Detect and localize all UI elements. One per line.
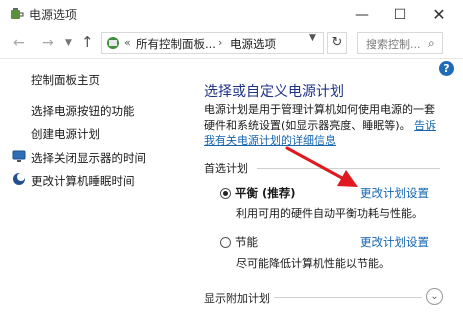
breadcrumb-overflow[interactable]: « (124, 36, 131, 49)
search-box[interactable]: 搜索控制... ⌕ (357, 32, 443, 54)
breadcrumb-separator[interactable]: › (218, 36, 222, 49)
sidebar-item-control-panel-home[interactable]: 控制面板主页 (31, 72, 100, 88)
plan-power-saver-radio[interactable] (220, 237, 231, 248)
plan-power-saver-change-settings-link[interactable]: 更改计划设置 (360, 234, 429, 250)
sidebar-item-display-off-time[interactable]: 选择关闭显示器的时间 (31, 150, 146, 166)
show-additional-plans-label[interactable]: 显示附加计划 (204, 290, 270, 306)
minimize-button[interactable]: — (343, 0, 381, 29)
refresh-button[interactable]: ↻ (327, 32, 347, 54)
title-bar: 电源选项 — ☐ ✕ (0, 0, 463, 29)
sidebar-item-sleep-time[interactable]: 更改计算机睡眠时间 (31, 173, 135, 189)
monitor-icon (12, 150, 26, 162)
forward-arrow-icon[interactable]: → (42, 35, 54, 51)
additional-plans-divider (274, 297, 422, 298)
window-title: 电源选项 (29, 8, 78, 22)
page-title: 选择或自定义电源计划 (204, 84, 344, 100)
address-dropdown-icon[interactable]: ▼ (309, 33, 316, 43)
plan-power-saver-name[interactable]: 节能 (235, 234, 258, 250)
control-panel-icon (107, 37, 119, 49)
breadcrumb-power-options[interactable]: 电源选项 (230, 36, 276, 52)
preferred-plans-label: 首选计划 (204, 162, 248, 175)
moon-icon (13, 173, 25, 185)
power-options-icon (11, 8, 24, 19)
search-input[interactable]: 搜索控制... (366, 36, 421, 52)
group-divider (257, 168, 440, 169)
plan-balanced-description: 利用可用的硬件自动平衡功耗与性能。 (236, 207, 423, 220)
address-bar[interactable]: « 所有控制面板... › 电源选项 (101, 32, 324, 54)
breadcrumb-all-control-panel[interactable]: 所有控制面板... (136, 36, 216, 52)
plan-power-saver-description: 尽可能降低计算机性能以节能。 (236, 257, 390, 270)
plan-description-text: 电源计划是用于管理计算机如何使用电源的一套硬件和系统设置(如显示器亮度、睡眠等)… (204, 102, 442, 149)
plan-balanced-change-settings-link[interactable]: 更改计划设置 (360, 185, 429, 201)
recent-locations-dropdown-icon[interactable]: ▼ (65, 38, 72, 48)
back-arrow-icon[interactable]: ← (13, 35, 25, 51)
maximize-button[interactable]: ☐ (381, 0, 419, 29)
sidebar-item-power-button[interactable]: 选择电源按钮的功能 (31, 103, 135, 119)
search-icon[interactable]: ⌕ (428, 36, 435, 51)
description-body: 电源计划是用于管理计算机如何使用电源的一套硬件和系统设置(如显示器亮度、睡眠等)… (204, 103, 435, 132)
sidebar-item-create-plan[interactable]: 创建电源计划 (31, 126, 100, 142)
plan-balanced-radio[interactable] (220, 188, 231, 199)
help-icon[interactable]: ? (439, 61, 454, 76)
chevron-down-icon[interactable]: ⌄ (426, 288, 443, 305)
up-arrow-icon[interactable]: ↑ (81, 33, 94, 51)
close-button[interactable]: ✕ (420, 0, 458, 29)
plan-balanced-name[interactable]: 平衡 (推荐) (235, 185, 296, 201)
